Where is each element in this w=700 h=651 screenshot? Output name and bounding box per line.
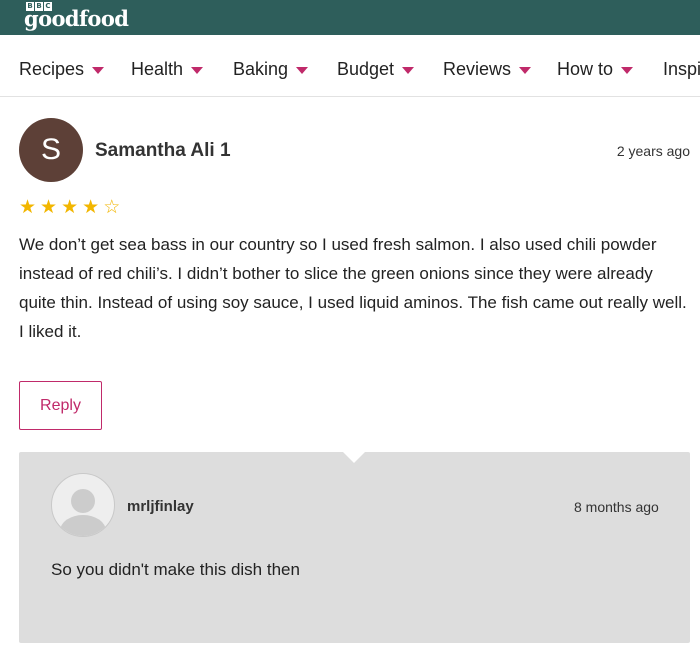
reply-text: So you didn't make this dish then — [51, 560, 300, 579]
star-filled-icon: ★ — [61, 197, 79, 218]
nav-item-label: Inspi — [663, 59, 700, 79]
chevron-down-icon — [519, 67, 532, 74]
reply-notch — [343, 452, 365, 463]
nav-item-label: Health — [131, 59, 184, 79]
reply-timestamp: 8 months ago — [574, 499, 659, 515]
main-nav: Recipes Health Baking Budget Reviews How… — [0, 35, 700, 97]
nav-item-recipes[interactable]: Recipes — [19, 59, 105, 80]
star-outline-icon: ☆ — [103, 197, 121, 218]
chevron-down-icon — [296, 67, 309, 74]
star-filled-icon: ★ — [40, 197, 58, 218]
reply-author: mrljfinlay — [127, 498, 194, 515]
nav-item-label: Budget — [337, 59, 395, 79]
review-text: We don’t get sea bass in our country so … — [19, 235, 687, 341]
goodfood-logo[interactable]: goodfood — [24, 6, 129, 31]
nav-item-baking[interactable]: Baking — [233, 59, 309, 80]
chevron-down-icon — [191, 67, 204, 74]
site-header: B B C goodfood — [0, 0, 700, 35]
nav-item-inspiration[interactable]: Inspi — [663, 59, 700, 80]
nav-item-label: Reviews — [443, 59, 512, 79]
chevron-down-icon — [92, 67, 105, 74]
chevron-down-icon — [621, 67, 634, 74]
avatar: S — [19, 118, 83, 182]
star-filled-icon: ★ — [82, 197, 100, 218]
nav-item-how-to[interactable]: How to — [557, 59, 634, 80]
star-rating: ★ ★ ★ ★ ☆ — [19, 198, 120, 217]
avatar-placeholder-icon — [51, 473, 115, 537]
nav-item-health[interactable]: Health — [131, 59, 204, 80]
nav-item-budget[interactable]: Budget — [337, 59, 415, 80]
chevron-down-icon — [402, 67, 415, 74]
nav-item-label: Recipes — [19, 59, 85, 79]
nav-item-label: Baking — [233, 59, 289, 79]
star-filled-icon: ★ — [19, 197, 37, 218]
nav-item-label: How to — [557, 59, 614, 79]
nav-item-reviews[interactable]: Reviews — [443, 59, 532, 80]
review-timestamp: 2 years ago — [616, 143, 690, 159]
reply-button[interactable]: Reply — [19, 381, 102, 430]
review-author: Samantha Ali 1 — [95, 140, 231, 161]
reply-thread — [19, 452, 690, 643]
